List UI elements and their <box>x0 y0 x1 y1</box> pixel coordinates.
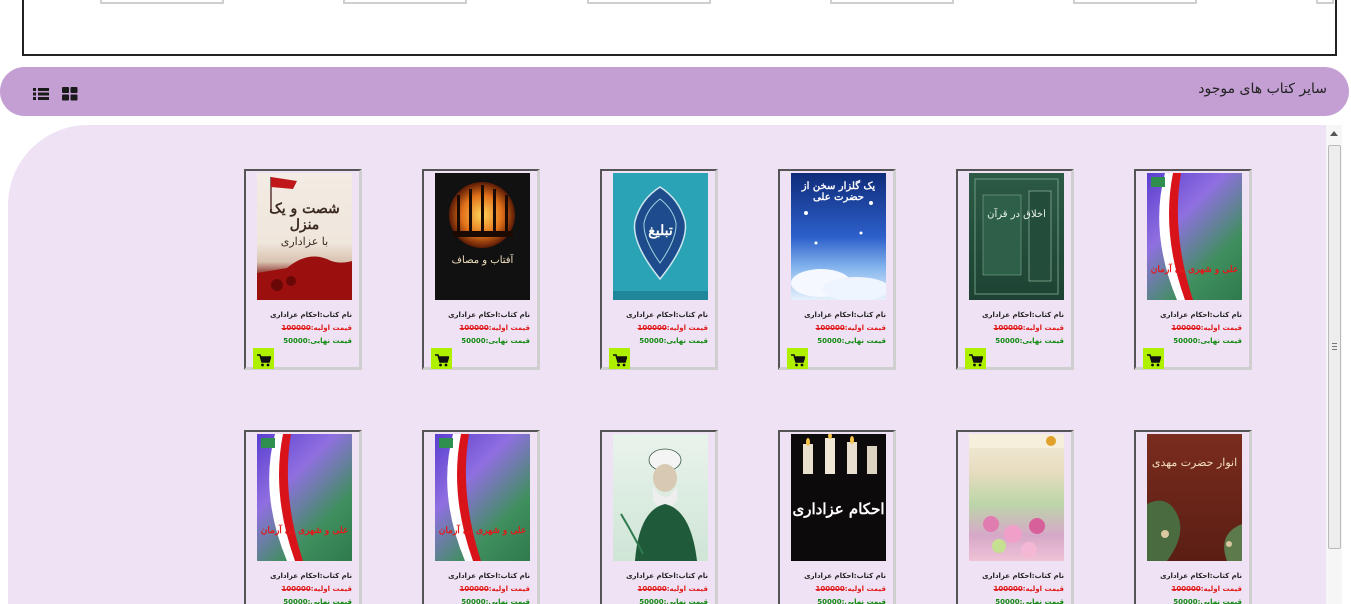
shopping-cart-icon <box>1146 353 1161 366</box>
shopping-cart-icon <box>790 353 805 366</box>
book-card[interactable]: آفتاب و مصاف نام کتاب:احکام عزاداری قیمت… <box>422 169 540 370</box>
grid-icon <box>62 87 78 101</box>
top-carousel-frame <box>22 0 1337 56</box>
shopping-cart-icon <box>968 353 983 366</box>
shopping-cart-icon <box>256 353 271 366</box>
book-cover-image[interactable]: علی و شهری بی آرمان <box>257 434 352 561</box>
book-cover-image[interactable]: تبلیغ <box>613 173 708 300</box>
book-cover-image[interactable]: احکام عزاداری <box>791 434 886 561</box>
book-card[interactable]: تبلیغ نام کتاب:احکام عزاداری قیمت اولیه:… <box>600 169 718 370</box>
scroll-up-arrow-icon[interactable] <box>1330 131 1338 136</box>
scroll-thumb[interactable] <box>1328 145 1341 549</box>
cover-title: احکام عزاداری <box>792 500 885 518</box>
scroll-grip-icon <box>1332 343 1337 352</box>
book-card[interactable]: علی و شهری بی آرمان نام کتاب:احکام عزادا… <box>244 430 362 604</box>
book-card[interactable]: نام کتاب:احکام عزاداری قیمت اولیه:100000… <box>600 430 718 604</box>
add-to-cart-button[interactable] <box>253 348 274 369</box>
top-card[interactable] <box>343 0 467 4</box>
cover-title: انوار حضرت مهدی <box>1151 456 1238 469</box>
book-cover-image[interactable] <box>613 434 708 561</box>
add-to-cart-button[interactable] <box>965 348 986 369</box>
shopping-cart-icon <box>434 353 449 366</box>
grid-view-button[interactable] <box>62 87 78 101</box>
book-card[interactable]: احکام عزاداری نام کتاب:احکام عزاداری قیم… <box>778 430 896 604</box>
top-card[interactable] <box>587 0 711 4</box>
book-cover-image[interactable]: یک گلزار سخن از حضرت علی <box>791 173 886 300</box>
shopping-cart-icon <box>612 353 627 366</box>
add-to-cart-button[interactable] <box>431 348 452 369</box>
book-card[interactable]: اخلاق در قرآن نام کتاب:احکام عزاداری قیم… <box>956 169 1074 370</box>
book-card[interactable]: نام کتاب:احکام عزاداری قیمت اولیه:100000… <box>956 430 1074 604</box>
cover-title: یک گلزار سخن از حضرت علی <box>801 181 876 203</box>
list-view-button[interactable] <box>33 87 49 101</box>
add-to-cart-button[interactable] <box>1143 348 1164 369</box>
top-card[interactable] <box>830 0 954 4</box>
cover-title: تبلیغ <box>648 223 673 239</box>
add-to-cart-button[interactable] <box>609 348 630 369</box>
cover-title: علی و شهری بی آرمان <box>1150 265 1239 275</box>
book-card[interactable]: علی و شهری بی آرمان نام کتاب:احکام عزادا… <box>1134 169 1252 370</box>
books-grid: شصت و یک منزل با عزاداری نام کتاب:احکام … <box>8 125 1326 604</box>
book-card[interactable]: انوار حضرت مهدی نام کتاب:احکام عزاداری ق… <box>1134 430 1252 604</box>
list-icon <box>33 88 49 100</box>
book-cover-image[interactable]: آفتاب و مصاف <box>435 173 530 300</box>
book-card[interactable]: علی و شهری بی آرمان نام کتاب:احکام عزادا… <box>422 430 540 604</box>
book-cover-image[interactable]: اخلاق در قرآن <box>969 173 1064 300</box>
book-card[interactable]: یک گلزار سخن از حضرت علی نام کتاب:احکام … <box>778 169 896 370</box>
book-card[interactable]: شصت و یک منزل با عزاداری نام کتاب:احکام … <box>244 169 362 370</box>
cover-title: علی و شهری بی آرمان <box>438 526 527 536</box>
book-cover-image[interactable]: علی و شهری بی آرمان <box>1147 173 1242 300</box>
top-card[interactable] <box>1316 0 1334 4</box>
book-cover-image[interactable] <box>969 434 1064 561</box>
vertical-scrollbar[interactable] <box>1326 125 1342 604</box>
cover-title: اخلاق در قرآن <box>987 209 1046 220</box>
cover-title: علی و شهری بی آرمان <box>260 526 349 536</box>
cover-subtitle: با عزاداری <box>280 235 329 248</box>
book-cover-image[interactable]: علی و شهری بی آرمان <box>435 434 530 561</box>
book-cover-image[interactable]: انوار حضرت مهدی <box>1147 434 1242 561</box>
add-to-cart-button[interactable] <box>787 348 808 369</box>
section-header: سایر کتاب های موجود <box>0 67 1349 116</box>
book-cover-image[interactable]: شصت و یک منزل با عزاداری <box>257 173 352 300</box>
cover-title: آفتاب و مصاف <box>451 255 514 266</box>
cover-title: شصت و یک منزل <box>269 201 340 233</box>
section-title: سایر کتاب های موجود <box>1198 81 1327 97</box>
top-card[interactable] <box>100 0 224 4</box>
top-card[interactable] <box>1073 0 1197 4</box>
